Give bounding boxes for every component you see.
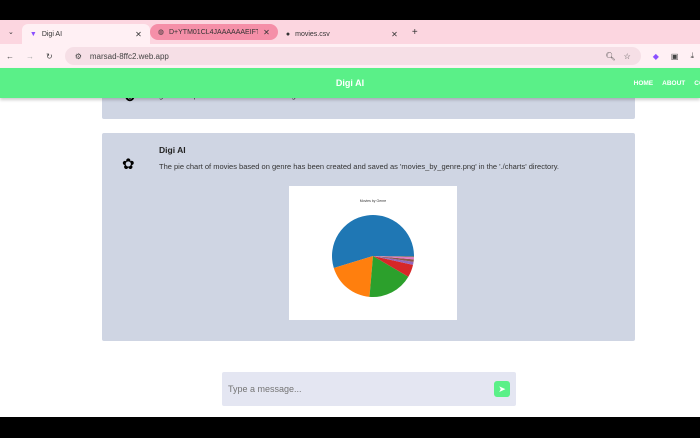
bookmark-star-icon[interactable]: ☆ xyxy=(624,52,631,61)
tab-label: movies.csv xyxy=(295,30,330,38)
openai-logo-icon: ✿ xyxy=(122,156,135,173)
chart-title: Movies by Genre xyxy=(360,199,387,203)
nav-contact-link[interactable]: CO xyxy=(694,80,700,87)
pie-chart-image: Movies by Genre xyxy=(289,186,457,320)
bot-name: Digi AI xyxy=(159,145,186,155)
close-tab-icon[interactable]: ✕ xyxy=(135,30,142,39)
bot-message: ✿ Digi AI The pie chart of movies based … xyxy=(102,133,635,341)
message-composer: ➤ xyxy=(222,372,516,406)
browser-window: ⌄ ▼ Digi AI ✕ ◍ D+YTM01CL4JAAAAAAEIFTkSu ✕ ●… xyxy=(0,20,700,417)
app-title: Digi AI xyxy=(335,78,365,88)
bot-message-text: The pie chart of movies based on genre h… xyxy=(159,162,559,171)
globe-icon: ◍ xyxy=(157,29,164,36)
tab-label: D+YTM01CL4JAAAAAAEIFTkSu xyxy=(168,28,259,36)
app-navbar: Digi AI HOME ABOUT CO xyxy=(0,68,700,98)
tab-digi-ai[interactable]: ▼ Digi AI ✕ xyxy=(21,24,150,44)
tab-image[interactable]: ◍ D+YTM01CL4JAAAAAAEIFTkSu ✕ xyxy=(149,24,278,40)
tab-bar: ⌄ ▼ Digi AI ✕ ◍ D+YTM01CL4JAAAAAAEIFTkSu ✕ ●… xyxy=(0,20,700,44)
site-settings-icon[interactable]: ⚙ xyxy=(75,52,82,61)
close-tab-icon[interactable]: ✕ xyxy=(391,30,398,39)
close-tab-icon[interactable]: ✕ xyxy=(263,28,270,37)
tab-movies-csv[interactable]: ● movies.csv ✕ xyxy=(278,24,406,44)
pie-chart: Movies by Genre xyxy=(332,199,414,297)
download-icon[interactable]: ⤓ xyxy=(690,51,694,61)
message-input[interactable] xyxy=(222,372,482,406)
nav-home-link[interactable]: HOME xyxy=(634,80,654,87)
tab-search-icon[interactable]: ⌄ xyxy=(0,28,22,36)
nav-about-link[interactable]: ABOUT xyxy=(662,80,685,87)
zoom-icon[interactable]: 🔍︎ xyxy=(605,52,615,61)
extensions-puzzle-icon[interactable]: ▣ xyxy=(671,52,679,61)
address-bar-row: ← → ↻ ⚙ marsad-8ffc2.web.app 🔍︎ ☆ ◆ ▣ ⤓ xyxy=(0,44,700,68)
url-field[interactable]: ⚙ marsad-8ffc2.web.app 🔍︎ ☆ xyxy=(64,47,641,65)
tab-label: Digi AI xyxy=(41,30,63,38)
github-icon: ● xyxy=(285,30,291,38)
forward-icon[interactable]: → xyxy=(26,52,34,61)
favicon-icon: ▼ xyxy=(29,30,37,38)
send-button[interactable]: ➤ xyxy=(494,381,510,397)
extension-icon[interactable]: ◆ xyxy=(653,52,659,61)
back-icon[interactable]: ← xyxy=(6,52,14,61)
reload-icon[interactable]: ↻ xyxy=(46,52,53,61)
new-tab-button[interactable]: + xyxy=(406,27,424,38)
url-text: marsad-8ffc2.web.app xyxy=(89,51,169,61)
